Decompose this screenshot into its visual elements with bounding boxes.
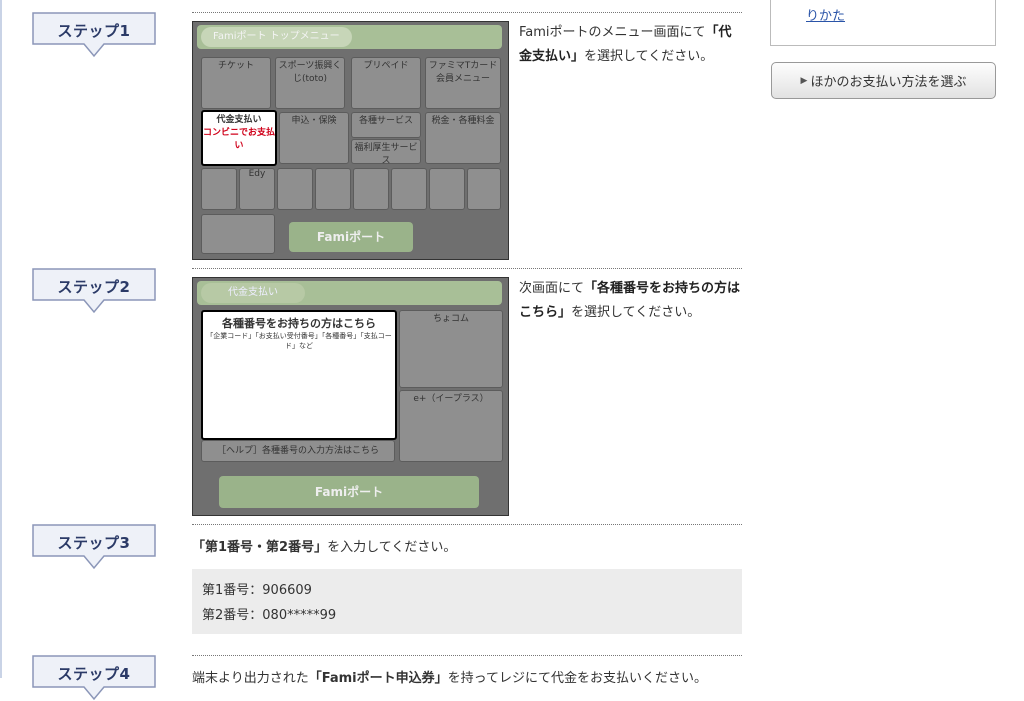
selected-box-sub: 「企業コード」「お支払い受付番号」「各種番号」「支払コード」など xyxy=(206,332,392,350)
divider xyxy=(192,12,742,13)
tile-label: チケット xyxy=(217,61,254,71)
step4-instruction: 端末より出力された「Famiポート申込券」を持ってレジにて代金をお支払いください… xyxy=(192,667,707,686)
step4-instruction-suffix: を持ってレジにて代金をお支払いください。 xyxy=(447,671,708,686)
selected-box-title: 各種番号をお持ちの方はこちら xyxy=(222,317,376,330)
other-payment-label: ほかのお支払い方法を選ぶ xyxy=(810,75,967,90)
tile-label: 税金・各種料金 xyxy=(431,116,495,126)
number2: 第2番号：080*****99 xyxy=(202,608,337,623)
divider xyxy=(192,524,742,525)
step3-instruction-bold: 「第1番号・第2番号」 xyxy=(192,540,328,555)
sidebar-link[interactable]: りかた xyxy=(806,5,845,24)
step-badge-3: ステップ3 xyxy=(32,524,156,570)
left-border xyxy=(0,0,2,678)
step4-instruction-prefix: 端末より出力された xyxy=(192,671,309,686)
divider xyxy=(192,268,742,269)
kiosk-selected-tile: 代金支払い コンビニでお支払い xyxy=(201,110,277,166)
kiosk-footer-logo: Famiポート xyxy=(316,230,386,244)
tile-label: Edy xyxy=(248,169,266,179)
step3-instruction: 「第1番号・第2番号」を入力してください。 xyxy=(192,536,456,555)
step2-desc-suffix: を選択してください。 xyxy=(571,305,701,320)
tile-label: 申込・保険 xyxy=(291,116,337,126)
step-badge-2: ステップ2 xyxy=(32,268,156,314)
step1-desc-prefix: Famiポートのメニュー画面にて xyxy=(519,25,706,40)
tile-label: ［ヘルプ］各種番号の入力方法はこちら xyxy=(216,446,379,456)
step3-instruction-suffix: を入力してください。 xyxy=(327,540,457,555)
tile-label: 各種サービス xyxy=(358,116,413,126)
selected-tile-title: 代金支払い xyxy=(216,115,262,125)
step-badge-label: ステップ3 xyxy=(57,534,131,552)
selected-tile-sub: コンビニでお支払い xyxy=(203,128,276,151)
tile-label: スポーツ振興くじ(toto) xyxy=(278,61,342,84)
kiosk-footer-logo: Famiポート xyxy=(314,485,384,499)
step1-description: Famiポートのメニュー画面にて「代金支払い」を選択してください。 xyxy=(519,21,744,69)
kiosk-selected-box: 各種番号をお持ちの方はこちら 「企業コード」「お支払い受付番号」「各種番号」「支… xyxy=(201,310,397,440)
step2-kiosk-screenshot: 代金支払い 各種番号をお持ちの方はこちら 「企業コード」「お支払い受付番号」「各… xyxy=(192,277,509,516)
number-box: 第1番号：906609 第2番号：080*****99 xyxy=(192,569,742,634)
kiosk-header: Famiポート トップメニュー xyxy=(201,27,352,47)
step-badge-label: ステップ2 xyxy=(57,278,131,296)
step2-description: 次画面にて「各種番号をお持ちの方はこちら」を選択してください。 xyxy=(519,277,744,325)
kiosk-header: 代金支払い xyxy=(201,283,305,303)
step-badge-1: ステップ1 xyxy=(32,12,156,58)
tile-label: ちょコム xyxy=(432,314,469,324)
tile-label: ファミマTカード会員メニュー xyxy=(428,61,498,84)
triangle-right-icon: ▶ xyxy=(800,75,808,86)
tile-label: e+（イープラス） xyxy=(413,394,489,404)
divider xyxy=(192,655,742,656)
step1-kiosk-screenshot: Famiポート トップメニュー チケット スポーツ振興くじ(toto) プリペイ… xyxy=(192,21,509,260)
number1: 第1番号：906609 xyxy=(202,583,312,598)
step2-desc-prefix: 次画面にて xyxy=(519,281,585,296)
step-badge-label: ステップ4 xyxy=(57,665,131,683)
step1-desc-suffix: を選択してください。 xyxy=(584,49,714,64)
step4-instruction-bold: 「Famiポート申込券」 xyxy=(308,671,448,686)
step-badge-label: ステップ1 xyxy=(57,22,131,40)
other-payment-button[interactable]: ▶ ほかのお支払い方法を選ぶ xyxy=(771,62,996,99)
tile-label: 福利厚生サービス xyxy=(354,143,418,166)
step-badge-4: ステップ4 xyxy=(32,655,156,701)
tile-label: プリペイド xyxy=(363,61,409,71)
sidebar-box: りかた xyxy=(770,0,996,46)
